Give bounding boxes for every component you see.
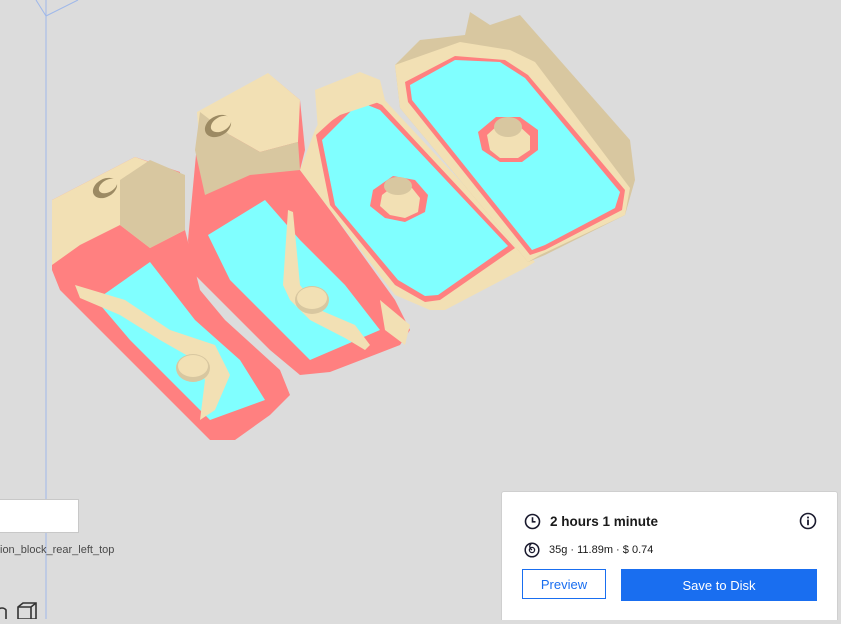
save-to-disk-button[interactable]: Save to Disk xyxy=(621,569,817,601)
build-volume-edge xyxy=(45,0,79,17)
spool-icon xyxy=(524,542,540,558)
print-summary-panel: 2 hours 1 minute 35g · 11.89m · $ 0.74 P… xyxy=(501,491,838,620)
preview-button[interactable]: Preview xyxy=(522,569,606,599)
material-row: 35g · 11.89m · $ 0.74 xyxy=(524,542,653,558)
print-time: 2 hours 1 minute xyxy=(550,514,659,529)
build-volume-edge xyxy=(35,0,47,17)
object-view-icon[interactable] xyxy=(0,607,7,619)
cube-icon[interactable] xyxy=(17,602,37,620)
clock-icon xyxy=(524,513,541,530)
print-time-row: 2 hours 1 minute xyxy=(524,513,658,530)
object-name-label: ion_block_rear_left_top xyxy=(0,544,115,556)
object-name-field[interactable] xyxy=(0,499,79,533)
material-summary: 35g · 11.89m · $ 0.74 xyxy=(549,544,654,556)
view-toolbar xyxy=(0,600,40,620)
info-icon[interactable] xyxy=(799,512,817,530)
